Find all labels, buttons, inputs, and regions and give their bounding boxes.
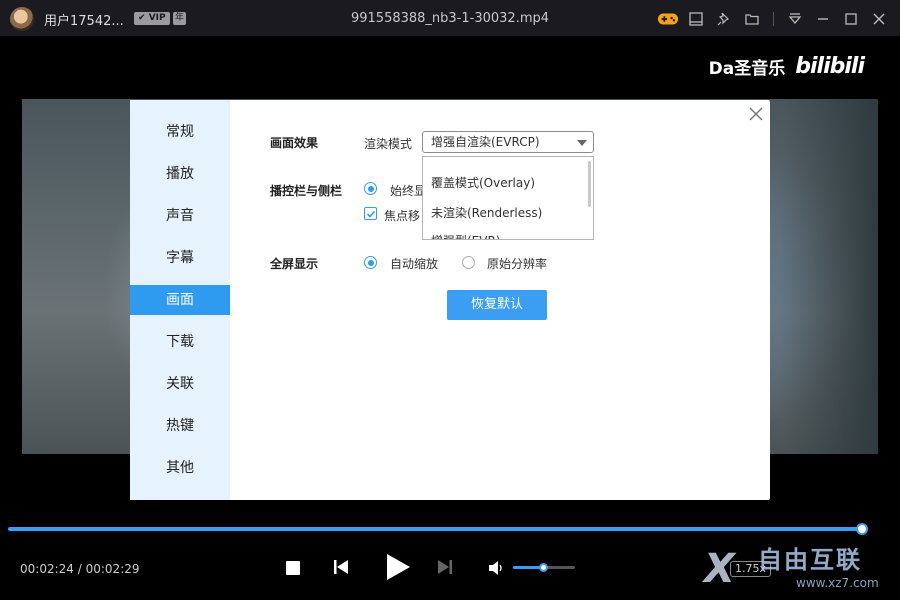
play-icon[interactable] [385,553,411,581]
maximize-icon[interactable] [840,8,862,30]
avatar[interactable] [10,7,34,31]
site-watermark-url: www.xz7.com [796,576,879,590]
render-mode-value: 增强自渲染(EVRCP) [431,135,540,149]
sidebar-item-general[interactable]: 常规 [130,117,230,147]
always-show-radio[interactable] [364,182,377,195]
bilibili-logo: bilibili [795,54,865,79]
stop-icon[interactable] [286,560,300,575]
close-dialog-icon[interactable] [748,106,764,122]
sidebar-item-playback[interactable]: 播放 [130,159,230,189]
picture-effect-label: 画面效果 [270,136,319,150]
next-icon[interactable] [437,559,453,575]
pin-icon[interactable] [713,8,735,30]
dropdown-option-renderless[interactable]: 未渲染(Renderless) [431,204,542,221]
progress-bar[interactable] [8,527,862,531]
auto-scale-radio[interactable] [364,256,377,269]
settings-dialog: 常规 播放 声音 字幕 画面 下载 关联 热键 其他 画面效果 渲染模式 增强自… [130,100,770,500]
previous-icon[interactable] [333,559,349,575]
site-logo-icon: X [704,546,735,592]
year-badge: 年 [173,12,186,25]
username[interactable]: 用户17542... [44,10,124,29]
folder-icon[interactable] [741,8,763,30]
volume-icon[interactable] [488,560,504,576]
titlebar-controls [657,8,890,30]
current-time: 00:02:24 [20,562,74,576]
channel-watermark: Da圣音乐 bilibili [708,54,865,79]
always-show-label: 始终显 [390,184,427,198]
auto-scale-label: 自动缩放 [390,257,439,271]
sidebar-item-hotkeys[interactable]: 热键 [130,411,230,441]
sidebar-item-association[interactable]: 关联 [130,369,230,399]
focus-move-checkbox[interactable] [364,207,377,220]
vip-badge: ✔ VIP [134,12,170,25]
original-resolution-label: 原始分辨率 [487,257,548,271]
site-watermark: X 自由互联 www.xz7.com [700,540,900,600]
time-display: 00:02:24 / 00:02:29 [20,562,140,576]
time-separator: / [77,562,82,576]
minimize-icon[interactable] [812,8,834,30]
progress-handle[interactable] [856,523,868,535]
mini-player-icon[interactable] [685,8,707,30]
title-bar: 用户17542... ✔ VIP 年 991558388_nb3-1-30032… [0,0,900,36]
sidebar-item-download[interactable]: 下载 [130,327,230,357]
render-mode-dropdown: 覆盖模式(Overlay) 未渲染(Renderless) 增强型(EVR) [422,156,594,240]
render-mode-select[interactable]: 增强自渲染(EVRCP) [422,131,594,153]
gamepad-icon[interactable] [657,8,679,30]
menu-dropdown-icon[interactable] [784,8,806,30]
sidebar-item-picture[interactable]: 画面 [130,285,230,315]
sidebar-item-audio[interactable]: 声音 [130,201,230,231]
control-bar-label: 播控栏与侧栏 [270,184,343,198]
titlebar-divider [773,12,774,26]
vip-badge-label: VIP [148,13,166,23]
original-resolution-radio[interactable] [462,256,475,269]
channel-name: Da圣音乐 [708,59,786,79]
site-watermark-title: 自由互联 [758,546,862,574]
sidebar-item-other[interactable]: 其他 [130,453,230,483]
chevron-down-icon [577,140,587,146]
close-window-icon[interactable] [868,8,890,30]
volume-handle[interactable] [539,563,548,572]
settings-sidebar: 常规 播放 声音 字幕 画面 下载 关联 热键 其他 [130,100,230,500]
dropdown-option-evr[interactable]: 增强型(EVR) [431,232,501,239]
sidebar-item-subtitle[interactable]: 字幕 [130,243,230,273]
dropdown-option-overlay[interactable]: 覆盖模式(Overlay) [431,174,535,191]
total-time: 00:02:29 [85,562,140,576]
fullscreen-label: 全屏显示 [270,257,319,271]
restore-defaults-button[interactable]: 恢复默认 [447,290,547,320]
focus-move-label: 焦点移 [384,209,421,223]
dropdown-scrollbar[interactable] [588,161,591,207]
render-mode-label: 渲染模式 [364,137,413,151]
